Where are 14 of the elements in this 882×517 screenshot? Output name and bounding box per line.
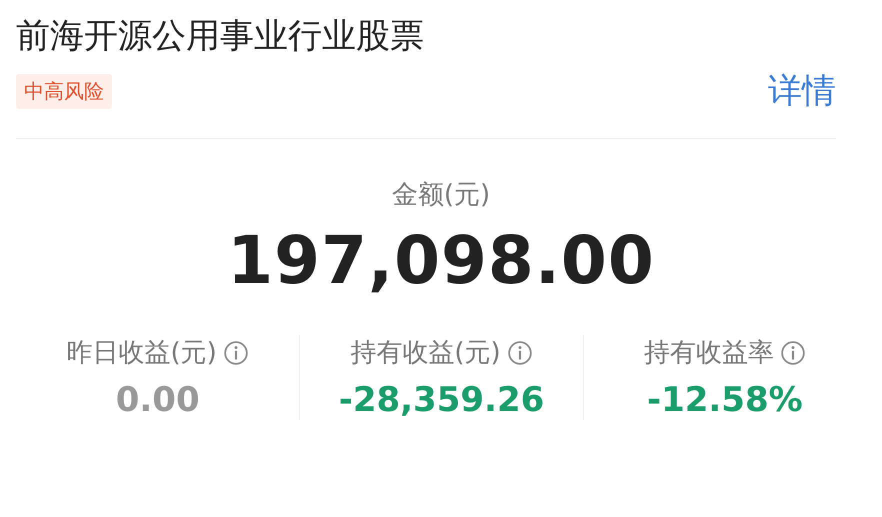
fund-name: 前海开源公用事业行业股票 — [16, 15, 425, 58]
amount-label: 金额(元) — [390, 179, 492, 212]
info-icon[interactable] — [780, 340, 806, 366]
stat-label: 持有收益率 — [644, 337, 774, 370]
amount-value: 197,098.00 — [226, 222, 656, 299]
info-icon[interactable] — [222, 340, 249, 366]
stat-label: 持有收益(元) — [350, 337, 501, 370]
stat-value: -12.58% — [646, 380, 803, 420]
stat-value: -28,359.26 — [338, 380, 544, 420]
stat-label: 昨日收益(元) — [66, 337, 217, 370]
info-icon[interactable] — [506, 340, 533, 366]
risk-tag: 中高风险 — [16, 74, 112, 108]
detail-link[interactable]: 详情 — [768, 68, 836, 114]
stat-value: 0.00 — [116, 380, 200, 420]
